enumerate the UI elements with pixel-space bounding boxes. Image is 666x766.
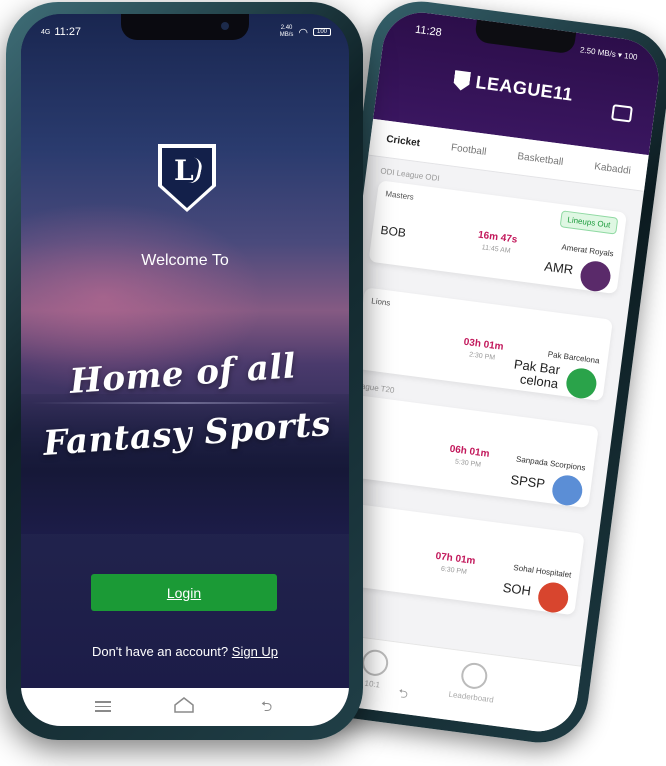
match-time: 6:30 PM [440, 565, 468, 576]
team-crest-icon [550, 473, 585, 508]
home-icon[interactable] [173, 696, 195, 714]
back-icon[interactable]: ⮌ [261, 696, 272, 720]
countdown: 16m 47s [477, 229, 518, 246]
system-nav-bar: ⮌ [21, 688, 349, 726]
tab-football[interactable]: Football [450, 142, 487, 158]
nav-leaderboard[interactable]: Leaderboard [448, 660, 498, 705]
battery-level: 100 [623, 51, 639, 62]
team2-name: Sohal Hospitalet [512, 563, 572, 580]
match-time: 11:45 AM [481, 244, 511, 255]
app-name: LEAGUE11 [474, 72, 575, 105]
network-speed-unit: MB/s [279, 32, 294, 38]
phone-notch [474, 19, 577, 55]
logo-shield-icon [453, 70, 471, 92]
match-title: Lions [370, 296, 391, 308]
match-timer: 16m 47s 11:45 AM [476, 230, 518, 256]
jersey-icon [360, 648, 390, 678]
wifi-icon: ◠ [298, 26, 308, 39]
login-button[interactable]: Login [91, 574, 277, 611]
team2-code: Pak Bar celona [513, 356, 561, 392]
tab-kabaddi[interactable]: Kabaddi [594, 161, 632, 177]
lineups-badge: Lineups Out [559, 210, 619, 235]
match-time: 2:30 PM [468, 351, 496, 362]
team2-name: Sanpada Scorpions [515, 454, 586, 473]
status-time: 11:28 [414, 23, 443, 40]
team-crest-icon [578, 259, 613, 294]
front-phone-mockup: 4G 11:27 2.40 MB/s ◠ 100 L Welcome To Ho… [6, 2, 363, 740]
network-type: 4G [41, 28, 51, 36]
team-crest-icon [564, 366, 599, 401]
nav-leaderboard-label: Leaderboard [448, 689, 495, 705]
phone-notch [121, 14, 249, 40]
team1-code: BOB [379, 222, 407, 241]
countdown: 03h 01m [463, 336, 505, 353]
wallet-icon[interactable] [611, 104, 633, 123]
status-time: 11:27 [54, 26, 82, 38]
app-logo: LEAGUE11 [453, 69, 575, 105]
welcome-text: Welcome To [141, 252, 229, 269]
tagline: Home of all Fantasy Sports [21, 333, 349, 476]
team2-code: SOH [501, 579, 532, 599]
team-crest-icon [536, 580, 571, 615]
camera-icon [221, 22, 229, 30]
match-timer: 07h 01m 6:30 PM [434, 551, 476, 577]
team2-code: AMR [543, 258, 575, 278]
tab-cricket[interactable]: Cricket [386, 133, 421, 148]
signup-prompt: Don't have an account? [91, 644, 229, 659]
status-left: 4G 11:27 [41, 26, 81, 38]
team2-name: Amerat Royals [560, 242, 615, 259]
tab-basketball[interactable]: Basketball [517, 151, 564, 168]
nav-contests-label: 10:1 [364, 678, 381, 690]
team2-code: SPSP [509, 471, 546, 492]
match-timer: 06h 01m 5:30 PM [448, 444, 490, 470]
network-speed: 2.50 MB/s [579, 45, 617, 59]
network-speed: 2.40 MB/s [280, 25, 294, 39]
match-time: 5:30 PM [454, 458, 482, 469]
countdown: 06h 01m [448, 443, 491, 460]
countdown: 07h 01m [434, 550, 476, 567]
match-title: Masters [384, 189, 415, 202]
leaderboard-icon [459, 661, 489, 691]
battery-icon: 100 [312, 28, 331, 36]
front-phone-screen: 4G 11:27 2.40 MB/s ◠ 100 L Welcome To Ho… [21, 14, 349, 726]
back-nav-icon[interactable]: ⮌ [397, 684, 409, 706]
network-speed-value: 2.40 [280, 25, 293, 31]
match-timer: 03h 01m 2:30 PM [462, 337, 504, 363]
signup-link[interactable]: Sign Up [232, 644, 278, 659]
status-right: 2.40 MB/s ◠ 100 [280, 25, 331, 39]
signup-row: Don't have an account? Sign Up [21, 644, 349, 659]
status-icons: 2.50 MB/s ▾ 100 [579, 45, 639, 62]
menu-icon[interactable] [95, 698, 111, 715]
nav-contests[interactable]: 10:1 [359, 648, 390, 690]
